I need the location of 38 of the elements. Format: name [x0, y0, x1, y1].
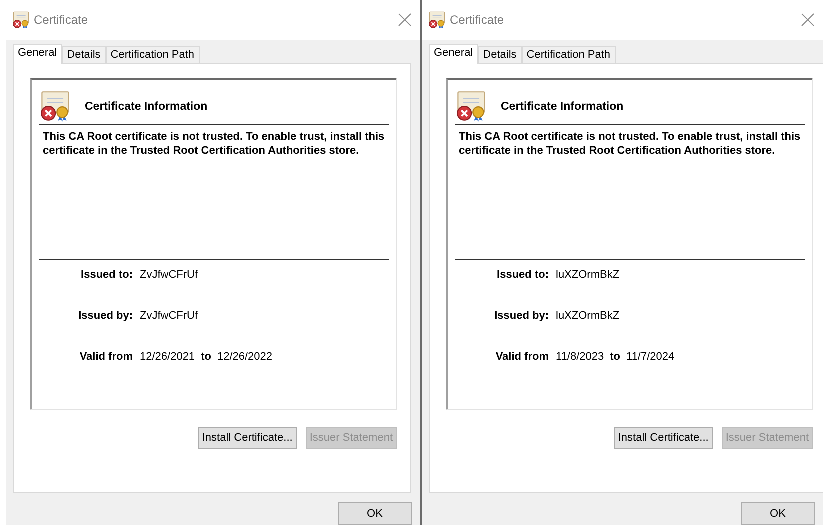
- ok-button[interactable]: OK: [741, 502, 815, 525]
- tab[interactable]: General: [429, 44, 478, 64]
- field-value: luXZOrmBkZ: [556, 269, 620, 281]
- field-value: ZvJfwCFrUf: [140, 310, 198, 322]
- field-value: ZvJfwCFrUf: [140, 269, 198, 281]
- trust-message: This CA Root certificate is not trusted. To enable trust, install this certificate in the Trusted Root Certification Authorities store.: [459, 131, 801, 158]
- field-label: Valid from: [494, 351, 549, 363]
- certificate-icon: [428, 11, 446, 29]
- close-icon[interactable]: [801, 13, 815, 27]
- field-label: Valid from: [78, 351, 133, 363]
- certificate-error-icon: [455, 90, 487, 122]
- tab[interactable]: Details: [478, 46, 522, 63]
- action-button[interactable]: Install Certificate...: [614, 427, 713, 449]
- section-heading: Certificate Information: [501, 101, 624, 113]
- field-label: to: [201, 351, 212, 363]
- tab[interactable]: General: [13, 44, 62, 64]
- window-title: Certificate: [450, 13, 506, 27]
- certificate-icon: [12, 11, 30, 29]
- tab[interactable]: Details: [62, 46, 106, 63]
- section-heading: Certificate Information: [85, 101, 208, 113]
- field-label: Issued to:: [496, 269, 549, 281]
- field-value: 12/26/2021: [140, 351, 196, 363]
- field-label: Issued by:: [494, 310, 549, 322]
- close-icon[interactable]: [398, 13, 412, 27]
- window-title: Certificate: [34, 13, 90, 27]
- ok-button[interactable]: OK: [338, 502, 412, 525]
- action-button[interactable]: Install Certificate...: [198, 427, 297, 449]
- trust-message: This CA Root certificate is not trusted. To enable trust, install this certificate in the Trusted Root Certification Authorities store.: [43, 131, 385, 158]
- field-label: to: [610, 351, 621, 363]
- field-value: 11/7/2024: [626, 351, 675, 363]
- tab[interactable]: Certification Path: [522, 46, 616, 63]
- field-label: Issued to:: [80, 269, 133, 281]
- field-value: 12/26/2022: [217, 351, 273, 363]
- tab[interactable]: Certification Path: [106, 46, 200, 63]
- field-value: 11/8/2023: [556, 351, 604, 363]
- field-value: luXZOrmBkZ: [556, 310, 620, 322]
- certificate-error-icon: [39, 90, 71, 122]
- field-label: Issued by:: [78, 310, 133, 322]
